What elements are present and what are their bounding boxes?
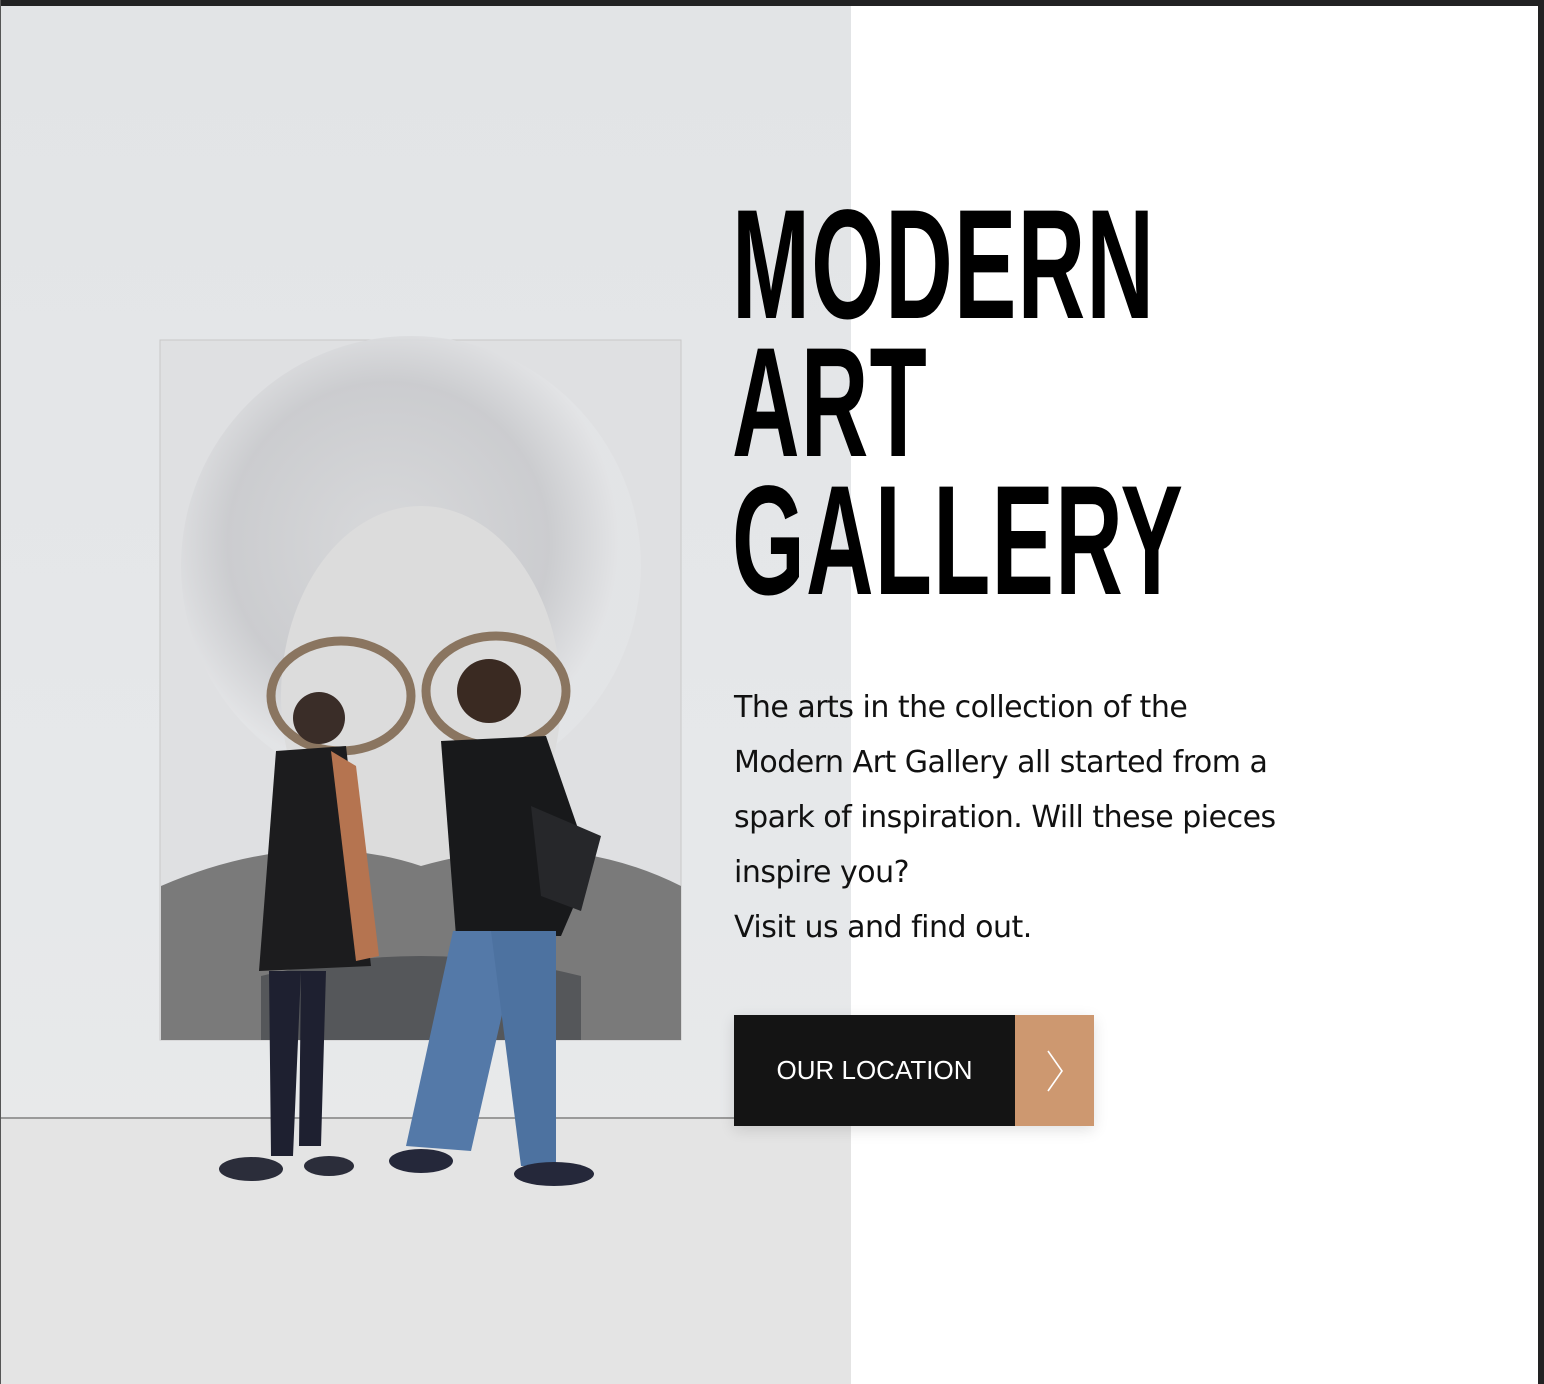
title-line: GALLERY <box>732 454 1185 628</box>
our-location-label: OUR LOCATION <box>734 1015 1015 1126</box>
window-right-border <box>1538 0 1544 1384</box>
hero-description: The arts in the collection of the Modern… <box>734 680 1354 955</box>
title-line: ART <box>732 316 928 490</box>
our-location-button[interactable]: OUR LOCATION <box>734 1015 1094 1126</box>
description-line: Visit us and find out. <box>734 910 1032 945</box>
page-title: MODERN ART GALLERY <box>732 178 1185 628</box>
hero-image <box>1 6 851 1384</box>
description-line: spark of inspiration. Will these pieces <box>734 800 1276 835</box>
description-line: Modern Art Gallery all started from a <box>734 745 1268 780</box>
description-line: The arts in the collection of the <box>734 690 1188 725</box>
chevron-right-icon <box>1015 1015 1094 1126</box>
description-line: inspire you? <box>734 855 910 890</box>
title-line: MODERN <box>732 178 1156 352</box>
